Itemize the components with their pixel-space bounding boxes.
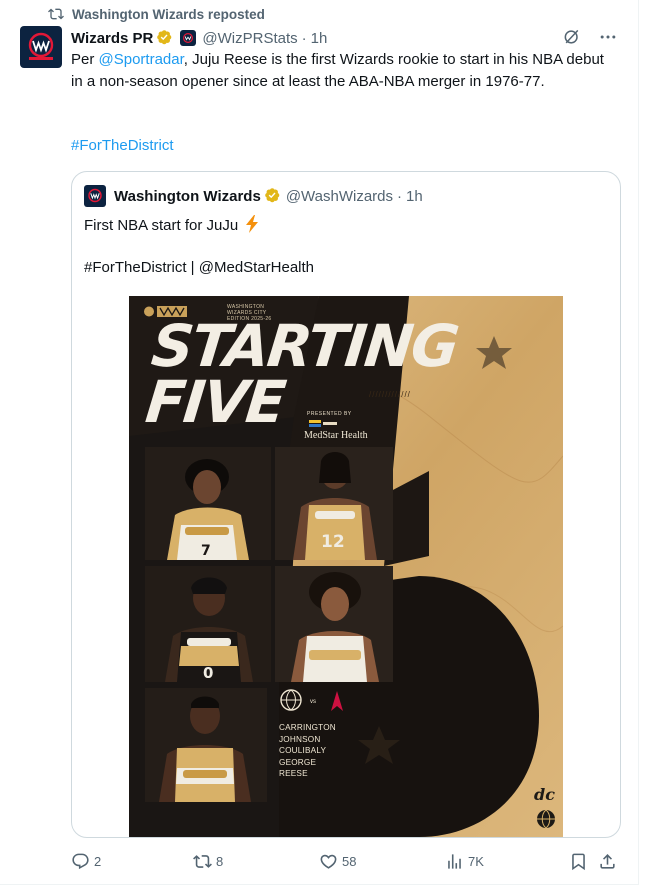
reply-button[interactable]: 2 <box>71 850 101 872</box>
post-text: Per @Sportradar, Juju Reese is the first… <box>71 49 619 93</box>
mention-link[interactable]: @Sportradar <box>99 51 184 68</box>
starter-name: COULIBALY <box>279 746 327 755</box>
like-button[interactable]: 58 <box>319 850 356 872</box>
grok-icon[interactable] <box>562 27 582 47</box>
like-count: 58 <box>342 853 357 869</box>
sponsor-name: MedStar Health <box>304 430 368 441</box>
views-chart-icon <box>448 853 461 869</box>
more-options-icon[interactable] <box>598 27 618 47</box>
share-button[interactable] <box>598 850 617 872</box>
action-bar: 2 8 58 7K <box>71 850 621 872</box>
starter-name: REESE <box>279 769 308 778</box>
quoted-author-name: Washington Wizards <box>114 187 261 205</box>
quoted-post-header: Washington Wizards @WashWizards · 1h <box>84 185 423 207</box>
player-photo-5 <box>145 688 267 802</box>
starting-five-graphic[interactable]: WASHINGTON WIZARDS CITY EDITION 2025-26 … <box>129 296 563 837</box>
quoted-post-time: 1h <box>406 187 423 205</box>
post-container[interactable]: Washington Wizards reposted Wizards PR @… <box>0 0 639 885</box>
dc-brand-mark: dc <box>534 785 555 804</box>
repost-indicator[interactable]: Washington Wizards reposted <box>48 5 265 23</box>
quoted-post[interactable]: Washington Wizards @WashWizards · 1h Fir… <box>71 171 621 838</box>
verified-badge-icon <box>264 187 282 205</box>
repost-button[interactable]: 8 <box>193 850 223 872</box>
poster-title: STARTING FIVE <box>142 312 460 436</box>
player-photo-2: 12 <box>275 447 393 560</box>
slash-marks: ///////////// <box>369 390 411 399</box>
jersey-number-12: 12 <box>321 532 345 552</box>
matchup-logos: vs <box>280 689 343 711</box>
starter-name: CARRINGTON <box>279 723 336 732</box>
verified-badge-icon[interactable] <box>156 29 174 47</box>
repost-icon <box>48 8 64 20</box>
quoted-text-line1: First NBA start for JuJu <box>84 215 260 237</box>
poster-title-line2: FIVE <box>142 368 288 436</box>
author-handle[interactable]: @WizPRStats <box>202 30 297 47</box>
player-photo-3: 0 <box>145 566 271 682</box>
repost-label: Washington Wizards reposted <box>72 6 265 22</box>
player-photo-4 <box>275 566 393 682</box>
quoted-text-line2: #ForTheDistrict | @MedStarHealth <box>84 259 315 276</box>
wizards-ball-icon <box>537 809 555 829</box>
versus-label: vs <box>310 699 316 705</box>
quoted-text: First NBA start for JuJu <box>84 217 239 234</box>
reply-icon <box>72 853 89 869</box>
post-text-before: Per <box>71 51 99 68</box>
hashtag-link[interactable]: #ForTheDistrict <box>71 135 174 157</box>
author-name[interactable]: Wizards PR <box>71 30 153 47</box>
rockets-logo-icon <box>331 691 343 711</box>
player-photo-1: 7 <box>145 447 271 560</box>
share-icon <box>600 853 615 869</box>
repost-count: 8 <box>216 853 224 869</box>
views-button[interactable]: 7K <box>445 850 484 872</box>
separator-dot: · <box>397 187 402 205</box>
affiliate-badge-icon[interactable] <box>180 30 197 46</box>
separator-dot: · <box>301 29 307 47</box>
medstar-logo-icon <box>309 420 337 427</box>
reply-count: 2 <box>94 853 102 869</box>
jersey-number-0: 0 <box>203 664 213 682</box>
post-time[interactable]: 1h <box>311 30 328 47</box>
views-count: 7K <box>468 853 484 869</box>
wizards-logo-icon <box>28 32 54 60</box>
bookmark-button[interactable] <box>569 850 588 872</box>
author-avatar[interactable] <box>20 26 62 68</box>
repost-icon <box>193 854 212 868</box>
heart-icon <box>320 854 337 869</box>
presented-by-label: PRESENTED BY <box>307 411 352 417</box>
starters-list: CARRINGTON JOHNSON COULIBALY GEORGE REES… <box>279 722 336 780</box>
starter-name: GEORGE <box>279 757 317 767</box>
jersey-number-7: 7 <box>201 543 211 559</box>
quoted-author-avatar <box>84 185 106 207</box>
post-header: Wizards PR @WizPRStats · 1h <box>71 27 618 49</box>
starter-name: JOHNSON <box>279 734 321 744</box>
lightning-emoji-icon <box>246 215 259 233</box>
wizards-logo-icon <box>88 188 102 203</box>
bookmark-icon <box>572 853 585 870</box>
quoted-author-handle: @WashWizards <box>285 187 393 205</box>
